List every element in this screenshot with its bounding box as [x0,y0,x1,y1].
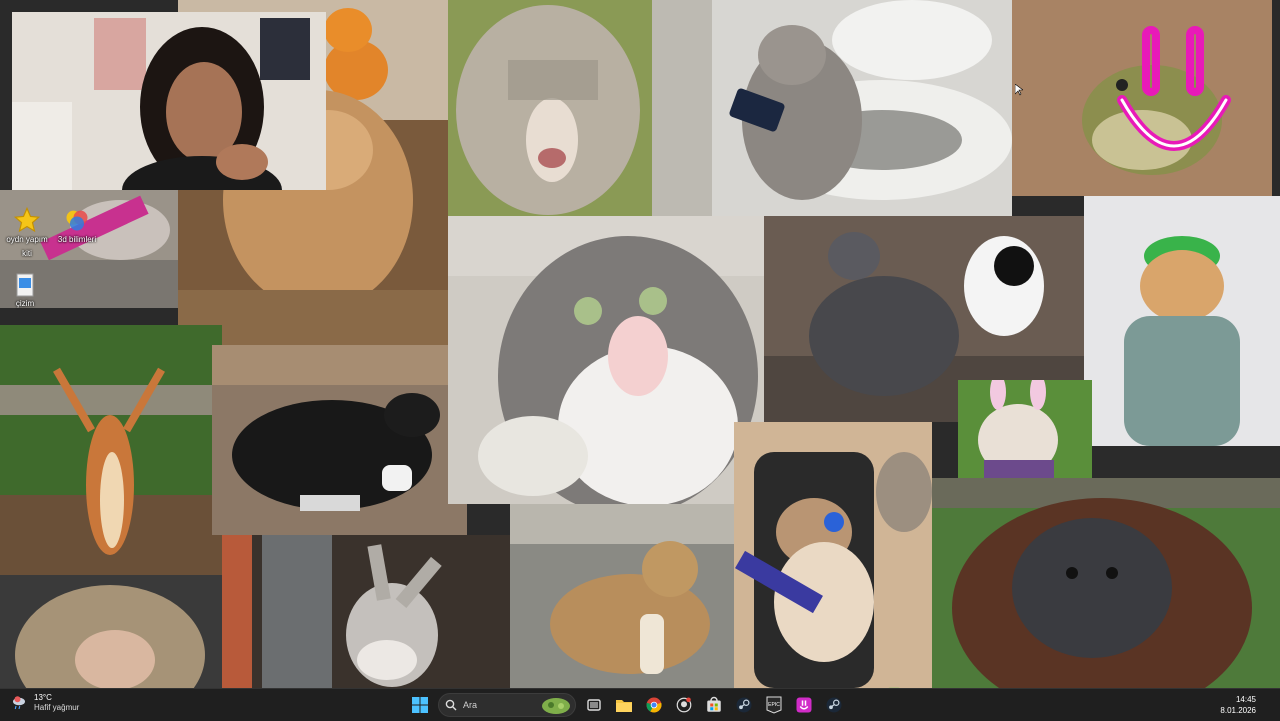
steam-icon [736,697,752,713]
desktop-icon-label: kiti [22,249,32,258]
desktop-wallpaper: oydn yapım 3d bilimleri kiti çizim [0,0,1280,688]
twitch-studio-button[interactable] [792,693,816,717]
photo-bulldog-bunny-ears [958,380,1092,478]
paint3d-icon [66,210,88,231]
photo-dog-with-bread [510,504,734,688]
weather-condition: Hafif yağmur [34,703,80,712]
steam-2-button[interactable] [822,693,846,717]
taskbar-search[interactable]: Ara [438,693,576,717]
photo-sleeping-monkey [0,575,222,688]
store-button[interactable] [702,693,726,717]
desktop-icon-3d-bilimleri[interactable]: 3d bilimleri [46,206,108,244]
photo-screaming-cat [448,216,764,504]
weather-temp: 13°C [34,693,52,702]
app-pink-icon [796,697,812,713]
streamer-logo [1110,22,1238,162]
epic-games-button[interactable]: EPIC [762,693,786,717]
photo-squirrel-arms-up [0,325,222,575]
photo-orangutan [932,478,1280,688]
taskbar-apps: Ara EPIC [408,692,846,718]
webcam-feed [12,12,326,190]
task-view-icon [587,699,601,711]
weather-widget[interactable]: 13°C Hafif yağmur [10,693,79,713]
store-icon [707,696,721,712]
steam-button[interactable] [732,693,756,717]
desktop-icon-kiti[interactable]: kiti [0,248,58,258]
desktop-icon-cizim[interactable]: çizim [0,272,56,308]
photo-gaming-cat-headset [734,422,932,688]
task-view-button[interactable] [582,693,606,717]
photo-cat-on-toilet-phone [652,0,1012,216]
photo-dog-with-controller [212,345,467,535]
search-placeholder: Ara [463,700,478,710]
file-explorer-button[interactable] [612,693,636,717]
photo-cat-in-green-beanie [1084,196,1280,478]
clock-time: 14:45 [1235,695,1256,704]
folder-icon [616,700,632,712]
steam-icon [826,697,842,713]
system-clock[interactable]: 14:45 8.01.2026 [1220,694,1256,716]
epic-icon: EPIC [766,696,782,714]
windows-start-icon [412,697,428,713]
rain-cloud-icon [13,696,25,710]
photo-woolly-sheep [448,0,652,216]
chrome-button[interactable] [642,693,666,717]
star-icon [13,206,41,233]
taskbar: 13°C Hafif yağmur Ara EPIC 14:45 8.01.20… [0,688,1280,721]
github-button[interactable] [672,693,696,717]
search-icon [445,699,457,711]
photo-donkey [222,535,510,688]
desktop-icon-label: çizim [15,299,35,308]
github-icon [676,697,692,713]
chrome-icon [646,697,662,713]
drawing-file-icon [16,273,34,297]
start-button[interactable] [408,693,432,717]
clock-date: 8.01.2026 [1220,706,1256,715]
desktop-icon-label: 3d bilimleri [57,235,97,244]
mouse-cursor-icon [1015,84,1023,96]
desktop-icon-label: oydn yapım [6,235,48,244]
search-highlight-icon [542,698,570,714]
svg-text:EPIC: EPIC [768,702,780,708]
